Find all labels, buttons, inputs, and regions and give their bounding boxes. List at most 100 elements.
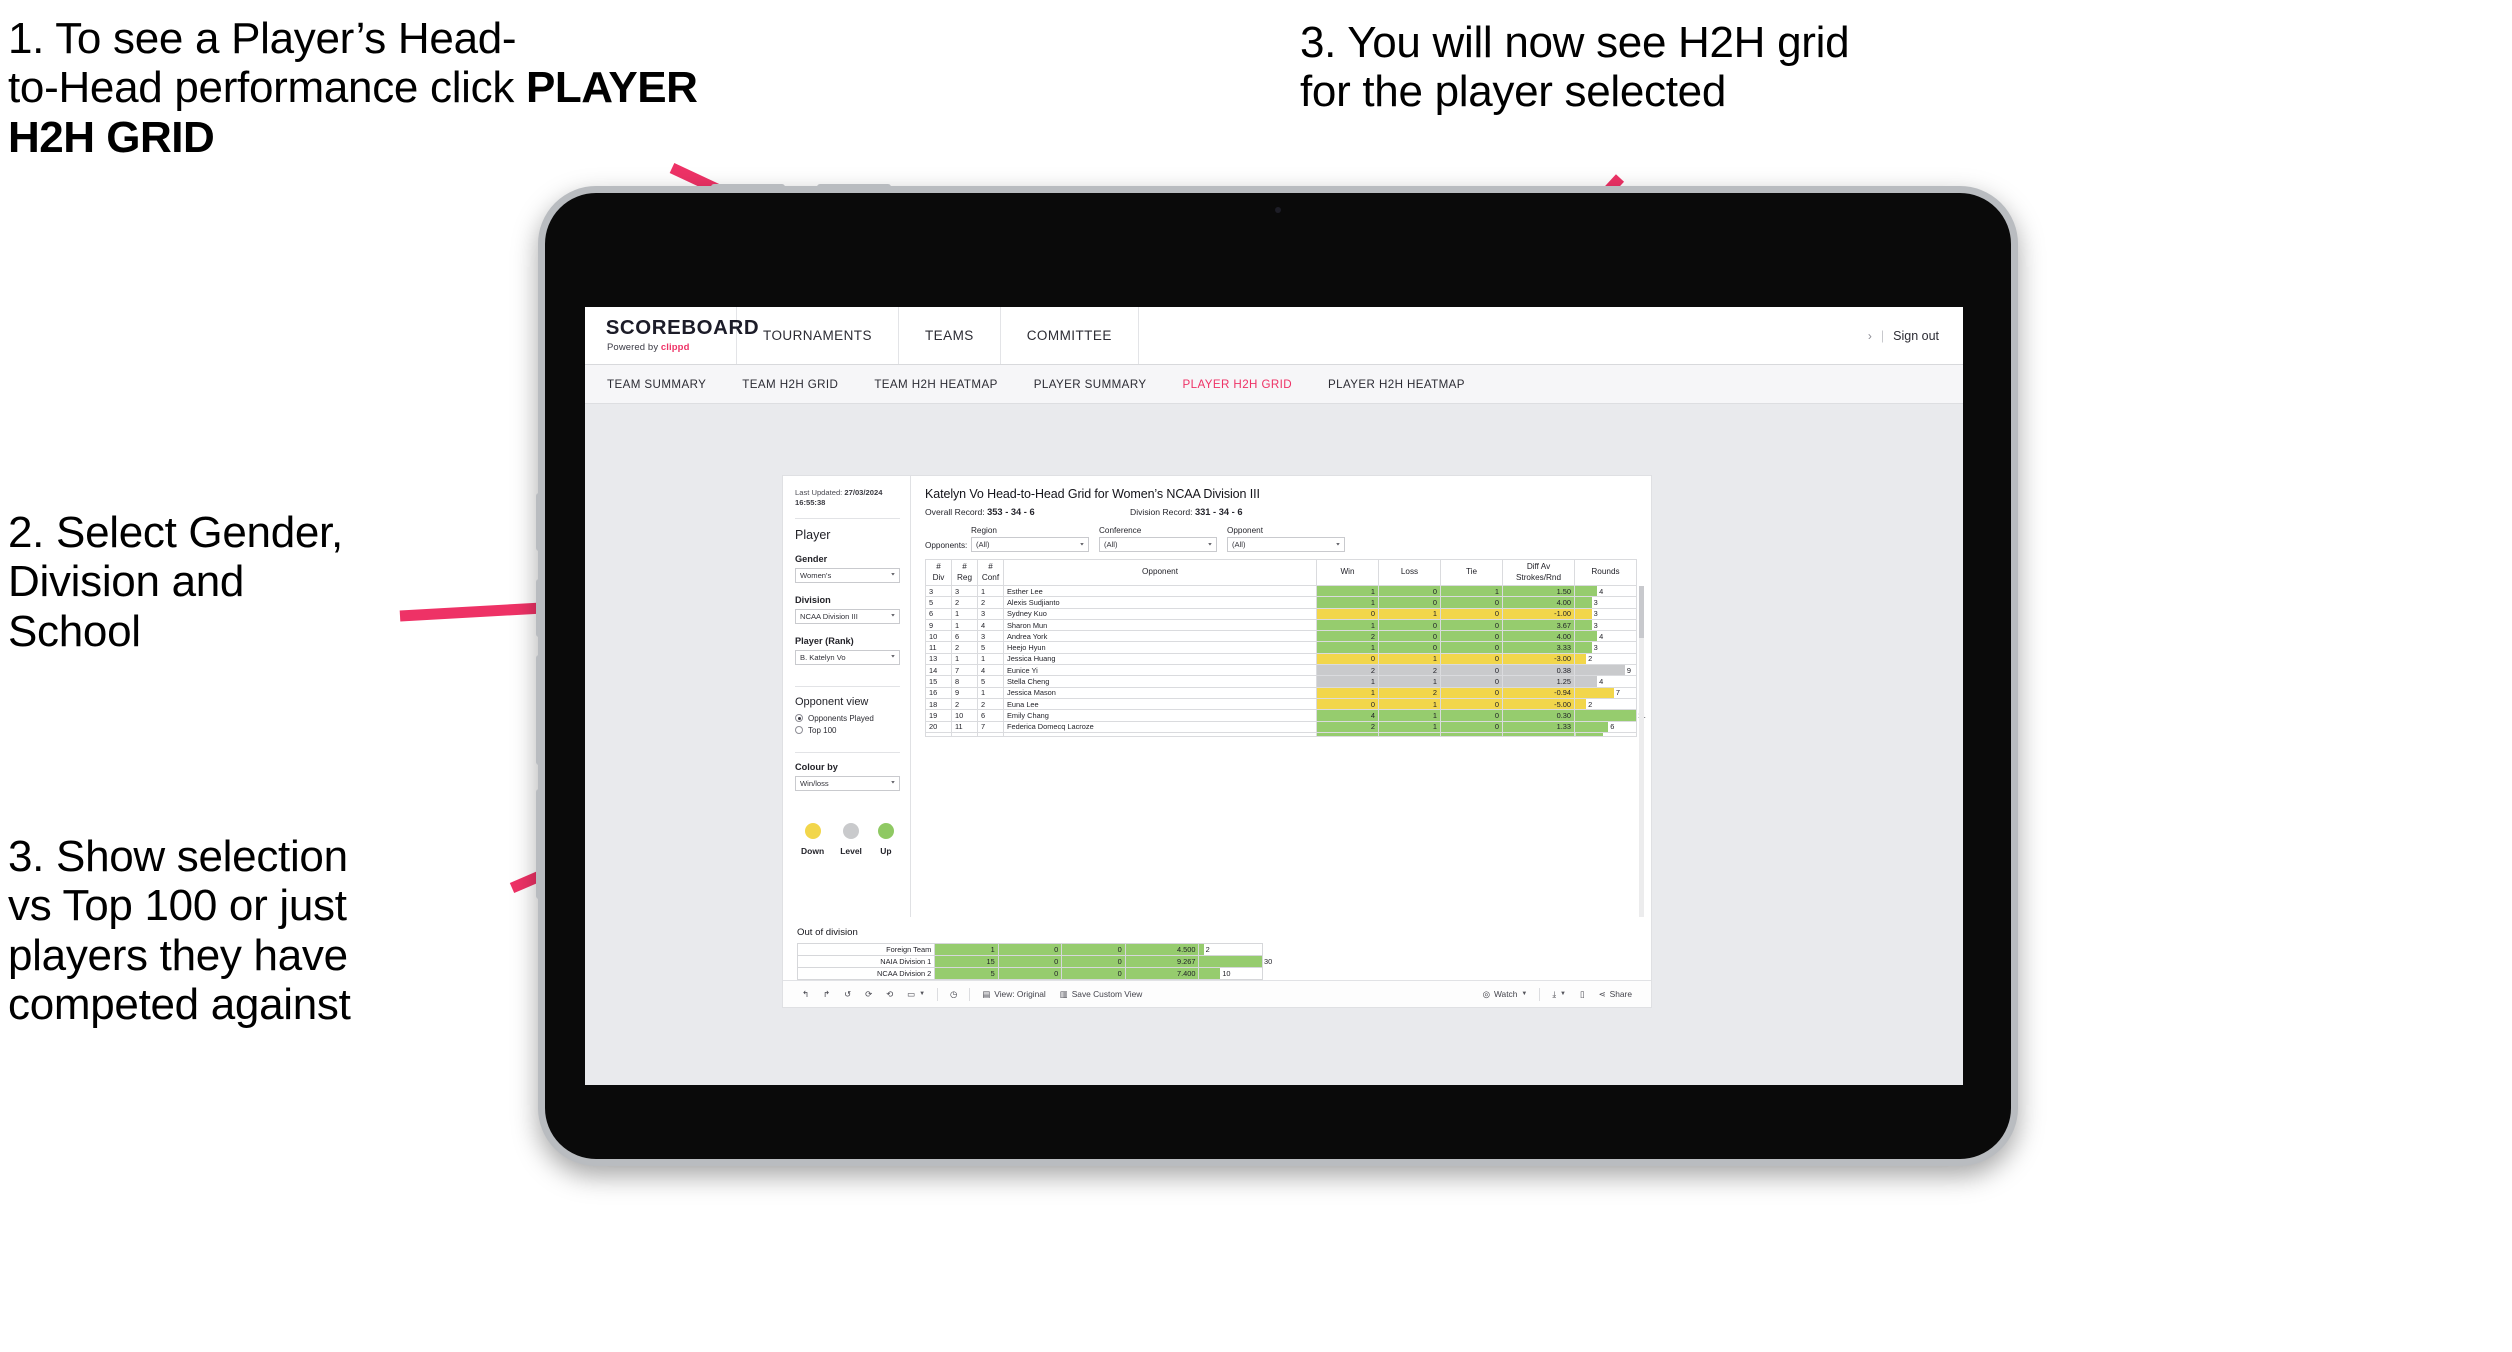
table-row[interactable]: 3 3 1 Esther Lee 1 0 1 1.50 4 (925, 584, 1637, 598)
gender-value: Women's (800, 570, 832, 580)
out-of-division-row[interactable]: Foreign Team 1 0 0 4.500 2 (796, 943, 1263, 956)
table-row[interactable]: 9 1 4 Sharon Mun 1 0 0 3.67 3 (925, 618, 1637, 632)
division-field: Division NCAA Division III ▼ (795, 595, 900, 624)
nav-item-teams[interactable]: TEAMS (899, 307, 1001, 364)
legend-dot-up (877, 822, 894, 839)
share-label: Share (1609, 989, 1632, 999)
rounds-bar (1575, 631, 1598, 642)
rounds-bar (1575, 676, 1598, 687)
player-section-title: Player (795, 527, 831, 542)
radio-icon-selected[interactable] (795, 714, 803, 722)
cell-conf: 5 (977, 675, 1004, 688)
cell-group-name: NCAA Division 2 (796, 967, 936, 980)
table-row[interactable]: 6 1 3 Sydney Kuo 0 1 0 -1.00 3 (925, 607, 1637, 620)
table-row[interactable]: 5 2 2 Alexis Sudjianto 1 0 0 4.00 3 (925, 596, 1637, 609)
tab-team-h2h-heatmap[interactable]: TEAM H2H HEATMAP (874, 378, 1017, 391)
table-row[interactable]: 15 8 5 Stella Cheng 1 1 0 1.25 4 (925, 675, 1637, 688)
cell-loss: 0 (997, 943, 1063, 956)
visualization-panel: Last Updated: 27/03/2024 16:55:38 Player… (783, 476, 1651, 1007)
out-of-division-row[interactable]: NAIA Division 1 15 0 0 9.267 30 (796, 955, 1272, 968)
cell-rounds: 2 (1574, 652, 1637, 666)
radio-opponents-played[interactable]: Opponents Played (795, 714, 900, 723)
table-scrollbar-thumb[interactable] (1639, 586, 1644, 638)
nav-item-tournaments[interactable]: TOURNAMENTS (737, 307, 899, 364)
cell-tie: 0 (1061, 955, 1126, 968)
cell-loss: 1 (1378, 697, 1441, 711)
tab-player-h2h-heatmap[interactable]: PLAYER H2H HEATMAP (1328, 378, 1485, 391)
brand-tagline: Powered by clippd (607, 342, 736, 353)
col-win: Win (1316, 559, 1379, 586)
colour-by-select[interactable]: Win/loss ▼ (795, 775, 900, 791)
table-row[interactable]: 14 7 4 Eunice Yi 2 2 0 0.38 9 (925, 664, 1637, 677)
tab-team-h2h-grid[interactable]: TEAM H2H GRID (742, 378, 858, 391)
player-rank-select[interactable]: B. Katelyn Vo ▼ (795, 649, 900, 665)
filter-region-value: (All) (976, 540, 990, 549)
last-updated-label: Last Updated: (795, 488, 845, 497)
pause-refresh-button[interactable]: ◷ (943, 989, 964, 999)
cell-loss: 1 (1378, 675, 1441, 688)
filter-region-label: Region (971, 526, 997, 535)
tab-player-summary[interactable]: PLAYER SUMMARY (1034, 378, 1167, 391)
out-of-division-row[interactable]: NCAA Division 2 5 0 0 7.400 10 (796, 967, 1263, 980)
cell-tie: 0 (1061, 967, 1126, 980)
watch-button[interactable]: ◎ Watch ▼ (1476, 989, 1535, 999)
undo-button[interactable]: ↰ (795, 989, 816, 999)
cell-div: 9 (925, 618, 952, 632)
tab-team-summary[interactable]: TEAM SUMMARY (607, 378, 726, 391)
download-button[interactable]: ⤓ ▼ (1545, 989, 1573, 1000)
filter-opponent-select[interactable]: (All) ▼ (1227, 537, 1345, 552)
radio-top-100[interactable]: Top 100 (795, 726, 900, 735)
cell-diff: -0.94 (1502, 686, 1575, 699)
cell-win: 4 (1316, 709, 1379, 722)
rounds-bar (1575, 642, 1592, 653)
cell-win: 1 (1316, 641, 1379, 654)
cell-rounds: 30 (1198, 955, 1272, 968)
redo-button[interactable]: ↱ (816, 989, 837, 999)
table-row[interactable]: 20 11 7 Federica Domecq Lacroze 2 1 0 1.33 6 (925, 720, 1637, 733)
cell-opponent: Jessica Huang (1003, 652, 1317, 666)
radio-icon-unselected[interactable] (795, 726, 803, 734)
rounds-bar (1575, 665, 1625, 676)
device-preview-button[interactable]: ▯ (1573, 989, 1592, 999)
save-custom-view-button[interactable]: ▥ Save Custom View (1053, 989, 1150, 999)
table-row[interactable]: 11 2 5 Heejo Hyun 1 0 0 3.33 3 (925, 641, 1637, 654)
cell-rounds: 4 (1574, 584, 1637, 598)
brand-logo[interactable]: SCOREBOARD Powered by clippd (585, 307, 760, 364)
table-row[interactable]: 18 2 2 Euna Lee 0 1 0 -5.00 2 (925, 697, 1637, 711)
refresh-button[interactable]: ⟳ (858, 989, 879, 999)
pause-button[interactable]: ⟲ (879, 989, 900, 999)
filter-conference-select[interactable]: (All) ▼ (1099, 537, 1217, 552)
brand-name: SCOREBOARD (605, 317, 760, 339)
legend-label-up: Up (880, 845, 892, 856)
division-select[interactable]: NCAA Division III ▼ (795, 608, 900, 624)
legend-label-level: Level (840, 845, 862, 856)
share-button[interactable]: ⋖ Share (1592, 989, 1639, 999)
colour-by-value: Win/loss (800, 778, 829, 788)
cell-tie: 0 (1440, 709, 1503, 722)
sign-out-area[interactable]: › | Sign out (1868, 307, 1963, 364)
opponents-label: Opponents: (925, 541, 968, 550)
cell-loss: 1 (1378, 709, 1441, 722)
nav-item-committee[interactable]: COMMITTEE (1001, 307, 1139, 364)
col-rounds: Rounds (1574, 559, 1637, 586)
table-row[interactable]: 16 9 1 Jessica Mason 1 2 0 -0.94 7 (925, 686, 1637, 699)
table-row[interactable]: 10 6 3 Andrea York 2 0 0 4.00 4 (925, 630, 1637, 643)
view-original-button[interactable]: ▤ View: Original (975, 989, 1052, 999)
table-row[interactable]: 19106Emily Chang4100.3011 (925, 709, 1646, 722)
table-row[interactable]: 13 1 1 Jessica Huang 0 1 0 -3.00 2 (925, 652, 1637, 666)
redo-icon: ↱ (823, 989, 831, 999)
cell-rounds: 4 (1574, 630, 1637, 643)
gender-select[interactable]: Women's ▼ (795, 567, 900, 583)
filter-region-select[interactable]: (All) ▼ (971, 537, 1089, 552)
cell-opponent: Eunice Yi (1003, 664, 1317, 677)
rounds-value: 6 (1610, 722, 1615, 732)
cell-diff: 7.400 (1124, 967, 1200, 980)
cell-tie: 0 (1061, 943, 1126, 956)
cell-diff: 0.30 (1502, 709, 1575, 722)
zoom-button[interactable]: ▭ ▼ (900, 989, 932, 999)
revert-button[interactable]: ↺ (837, 989, 858, 999)
sign-out-link[interactable]: Sign out (1893, 329, 1939, 343)
cell-diff: 4.00 (1502, 630, 1575, 643)
tab-player-h2h-grid[interactable]: PLAYER H2H GRID (1183, 378, 1313, 391)
table-row-partial[interactable] (925, 731, 1637, 737)
